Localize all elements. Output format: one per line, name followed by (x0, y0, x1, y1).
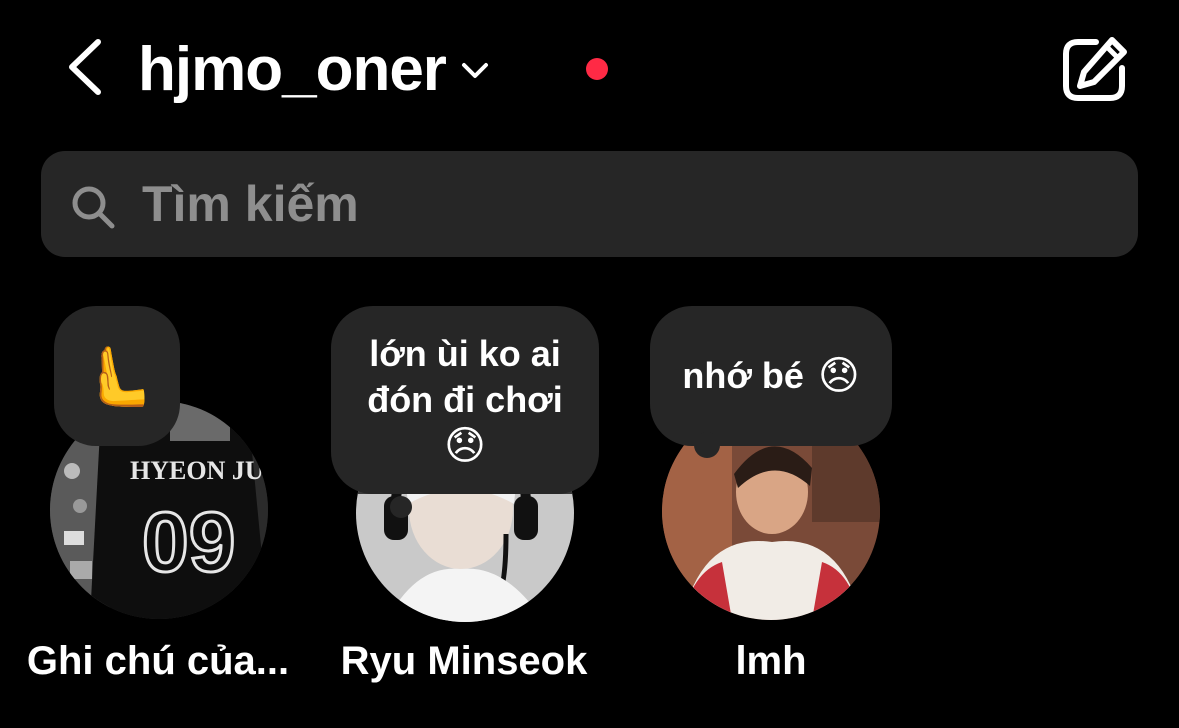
chevron-down-icon (461, 63, 488, 78)
note-text-line2: đón đi chơi (367, 379, 563, 420)
search-icon (72, 186, 115, 229)
note-label: Ghi chú của... (26, 639, 290, 683)
account-name: hjmo_oner (138, 35, 447, 104)
note-label: lmh (735, 639, 807, 683)
notification-dot (586, 58, 608, 80)
note-emoji: 🫷 (79, 341, 155, 412)
note-text: nhớ bé (682, 355, 804, 396)
note-emoji: 😞 (817, 353, 860, 399)
note-bubble: lớn ùi ko ai đón đi chơi 😞 (331, 306, 599, 494)
jersey-name: HYEON JUN (130, 456, 268, 485)
chevron-left-icon (69, 39, 101, 95)
back-button[interactable] (60, 36, 110, 98)
jersey-number: 09 (142, 495, 235, 589)
search-placeholder: Tìm kiếm (142, 176, 359, 232)
header-bar: hjmo_oner (0, 0, 1179, 140)
bubble-tail-dot (390, 496, 412, 518)
account-switcher[interactable]: hjmo_oner (138, 30, 490, 110)
note-emoji: 😞 (444, 423, 486, 469)
note-bubble: nhớ bé 😞 (650, 306, 892, 446)
note-text-line1: lớn ùi ko ai (369, 333, 561, 374)
note-bubble: 🫷 (54, 306, 180, 446)
compose-icon (1063, 37, 1127, 101)
note-label: Ryu Minseok (340, 639, 588, 683)
compose-button[interactable] (1060, 34, 1130, 104)
bubble-tail-dot (694, 432, 720, 458)
